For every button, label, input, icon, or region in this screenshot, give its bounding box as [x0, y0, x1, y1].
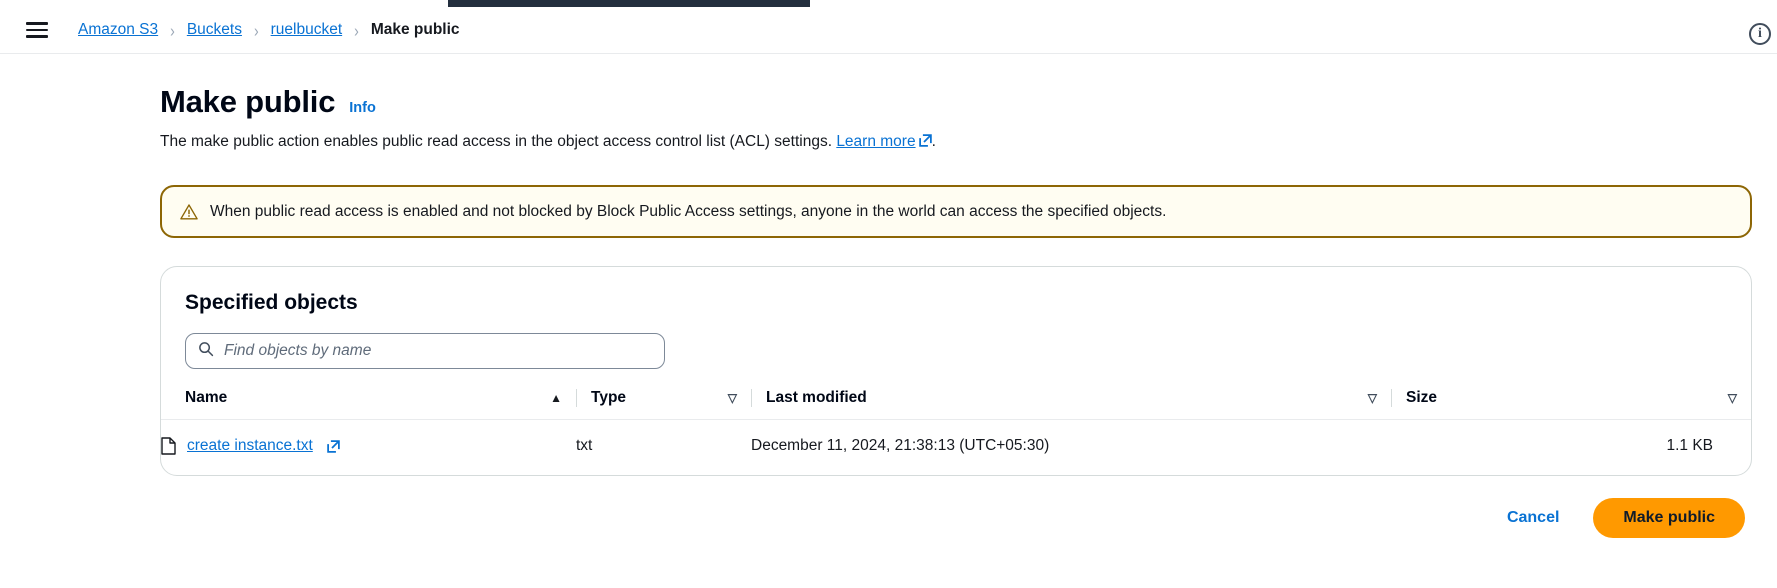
- sort-ascending-icon[interactable]: ▲: [550, 391, 562, 405]
- specified-objects-panel: Specified objects Name ▲: [160, 266, 1752, 477]
- cancel-button[interactable]: Cancel: [1497, 501, 1569, 535]
- search-input[interactable]: [224, 342, 652, 361]
- object-name-link[interactable]: create instance.txt: [187, 437, 313, 455]
- top-strip-gap-right: [810, 0, 1777, 7]
- page-title: Make public: [160, 84, 336, 119]
- breadcrumb-separator: ›: [170, 20, 175, 40]
- table-header-row: Name ▲ Type ▽ Last modified ▽ Size ▽: [161, 389, 1751, 421]
- breadcrumb-separator: ›: [253, 20, 259, 40]
- breadcrumb-bar: Amazon S3 › Buckets › ruelbucket › Make …: [0, 7, 1777, 54]
- breadcrumb: Amazon S3 › Buckets › ruelbucket › Make …: [78, 20, 460, 40]
- breadcrumb-item-buckets[interactable]: Buckets: [187, 21, 242, 39]
- column-header-size[interactable]: Size ▽: [1391, 389, 1751, 421]
- cell-object-type: txt: [576, 437, 593, 455]
- file-document-icon: [161, 437, 176, 456]
- warning-triangle-icon: [180, 203, 198, 221]
- sort-icon[interactable]: ▽: [1728, 391, 1737, 405]
- public-access-warning-alert: When public read access is enabled and n…: [160, 185, 1752, 239]
- sort-icon[interactable]: ▽: [1368, 391, 1377, 405]
- page-description-period: .: [931, 133, 936, 150]
- breadcrumb-item-ruelbucket[interactable]: ruelbucket: [271, 21, 343, 39]
- page-title-row: Make public Info: [160, 84, 1777, 120]
- cell-object-name: create instance.txt: [161, 420, 576, 476]
- cell-object-last-modified: December 11, 2024, 21:38:13 (UTC+05:30): [751, 437, 1050, 455]
- page-header: Make public Info The make public action …: [0, 54, 1777, 153]
- breadcrumb-item-amazon-s3[interactable]: Amazon S3: [78, 21, 158, 39]
- form-actions: Cancel Make public: [0, 498, 1745, 539]
- table-header: Name ▲ Type ▽ Last modified ▽ Size ▽: [161, 389, 1751, 421]
- column-header-name-label: Name: [185, 389, 228, 407]
- search-icon: [198, 341, 214, 362]
- info-link[interactable]: Info: [349, 100, 376, 116]
- objects-table: Name ▲ Type ▽ Last modified ▽ Size ▽ cre…: [161, 389, 1751, 475]
- column-header-size-label: Size: [1406, 389, 1438, 407]
- search-container: [161, 315, 1751, 370]
- make-public-button[interactable]: Make public: [1593, 498, 1745, 539]
- table-row: create instance.txt txt December 11, 202…: [161, 420, 1751, 476]
- learn-more-link[interactable]: Learn more: [836, 133, 915, 150]
- breadcrumb-item-current: Make public: [370, 21, 460, 38]
- column-header-name[interactable]: Name ▲: [161, 389, 576, 421]
- table-body: create instance.txt txt December 11, 202…: [161, 420, 1751, 476]
- column-header-type-label: Type: [591, 389, 627, 407]
- column-header-last-modified-label: Last modified: [766, 389, 867, 407]
- info-circle-icon[interactable]: i: [1749, 23, 1771, 45]
- panel-title: Specified objects: [185, 291, 358, 315]
- page-description-text: The make public action enables public re…: [160, 133, 837, 150]
- column-header-last-modified[interactable]: Last modified ▽: [751, 389, 1391, 421]
- search-box[interactable]: [185, 333, 665, 370]
- top-strip-gap-left: [0, 0, 448, 7]
- hamburger-icon[interactable]: [26, 22, 48, 38]
- page-description: The make public action enables public re…: [160, 131, 1777, 153]
- external-link-icon: [918, 134, 932, 147]
- main-content: Make public Info The make public action …: [0, 54, 1777, 539]
- external-link-icon[interactable]: [327, 440, 340, 453]
- breadcrumb-separator: ›: [354, 20, 359, 40]
- cell-object-size: 1.1 KB: [1666, 437, 1713, 455]
- sort-icon[interactable]: ▽: [728, 391, 737, 405]
- column-header-type[interactable]: Type ▽: [576, 389, 751, 421]
- alert-message: When public read access is enabled and n…: [210, 203, 1167, 221]
